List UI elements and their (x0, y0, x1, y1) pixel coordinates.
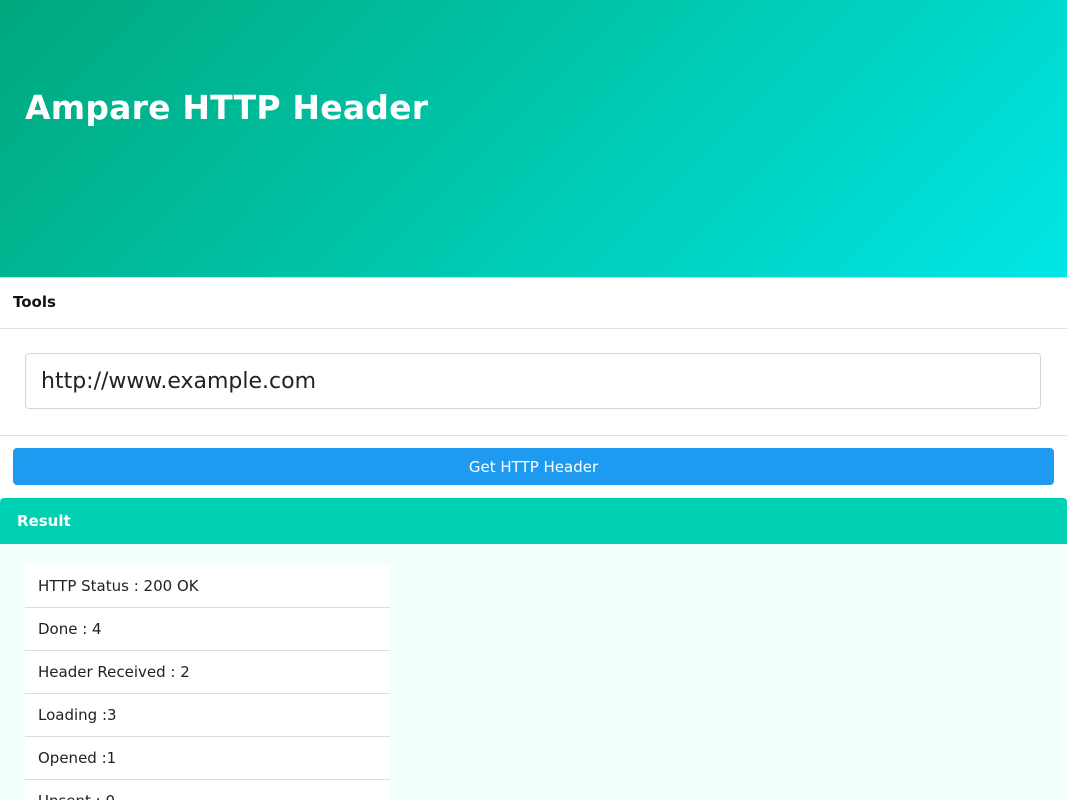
result-panel: HTTP Status : 200 OK Done : 4 Header Rec… (0, 544, 1067, 800)
result-label: Result (17, 512, 71, 530)
url-input[interactable] (25, 353, 1041, 409)
url-input-area (0, 329, 1067, 436)
status-item-loading: Loading :3 (25, 694, 390, 737)
status-list: HTTP Status : 200 OK Done : 4 Header Rec… (25, 565, 390, 800)
status-item-opened: Opened :1 (25, 737, 390, 780)
get-http-header-button[interactable]: Get HTTP Header (13, 448, 1054, 485)
status-item-unsent: Unsent : 0 (25, 780, 390, 800)
hero-banner: Ampare HTTP Header (0, 0, 1067, 278)
status-item-header-received: Header Received : 2 (25, 651, 390, 694)
status-item-done: Done : 4 (25, 608, 390, 651)
result-header: Result (0, 498, 1067, 544)
page-title: Ampare HTTP Header (25, 88, 429, 127)
tools-bar: Tools (0, 278, 1067, 329)
status-item-http-status: HTTP Status : 200 OK (25, 565, 390, 608)
tools-label: Tools (13, 293, 56, 311)
